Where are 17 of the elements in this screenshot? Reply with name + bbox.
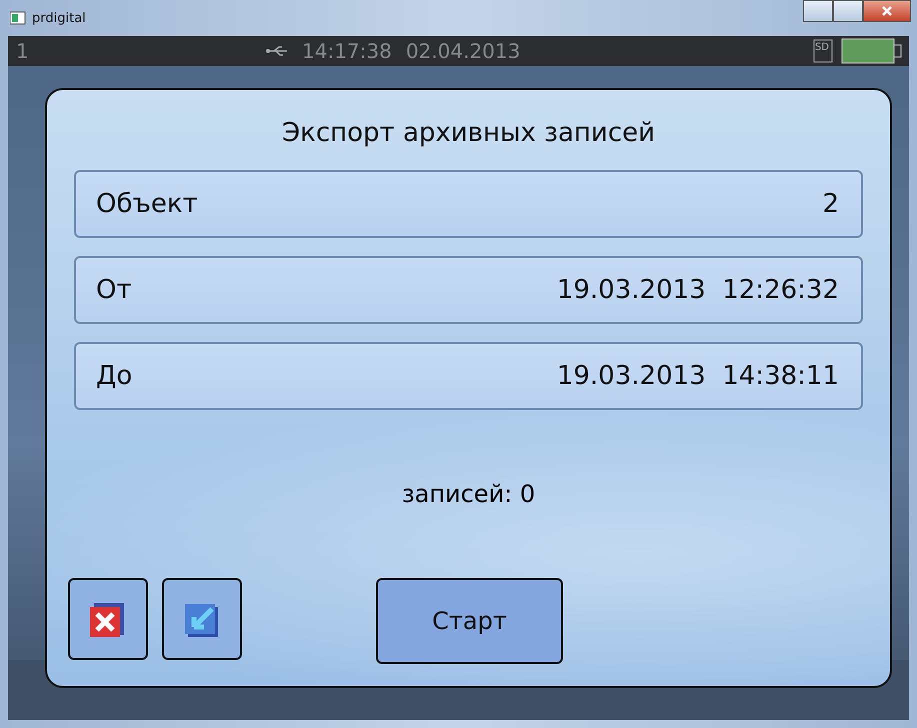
field-label: До xyxy=(96,361,132,391)
sd-label: SD xyxy=(814,42,829,52)
field-row[interactable]: Объект 2 xyxy=(74,170,863,238)
field-row[interactable]: От 19.03.2013 12:26:32 xyxy=(74,256,863,324)
field-row[interactable]: До 19.03.2013 14:38:11 xyxy=(74,342,863,410)
field-label: От xyxy=(96,275,132,305)
field-value: 2 xyxy=(822,189,839,219)
field-value: 19.03.2013 12:26:32 xyxy=(556,275,839,305)
status-time: 14:17:38 xyxy=(302,39,392,63)
start-button[interactable]: Старт xyxy=(376,578,563,664)
field-value: 19.03.2013 14:38:11 xyxy=(556,361,839,391)
dialog-title: Экспорт архивных записей xyxy=(282,118,656,148)
channel-number: 1 xyxy=(16,39,29,63)
record-count: записей: 0 xyxy=(402,480,536,508)
window-title: prdigital xyxy=(32,10,86,26)
status-date: 02.04.2013 xyxy=(406,39,520,63)
field-label: Объект xyxy=(96,189,198,219)
